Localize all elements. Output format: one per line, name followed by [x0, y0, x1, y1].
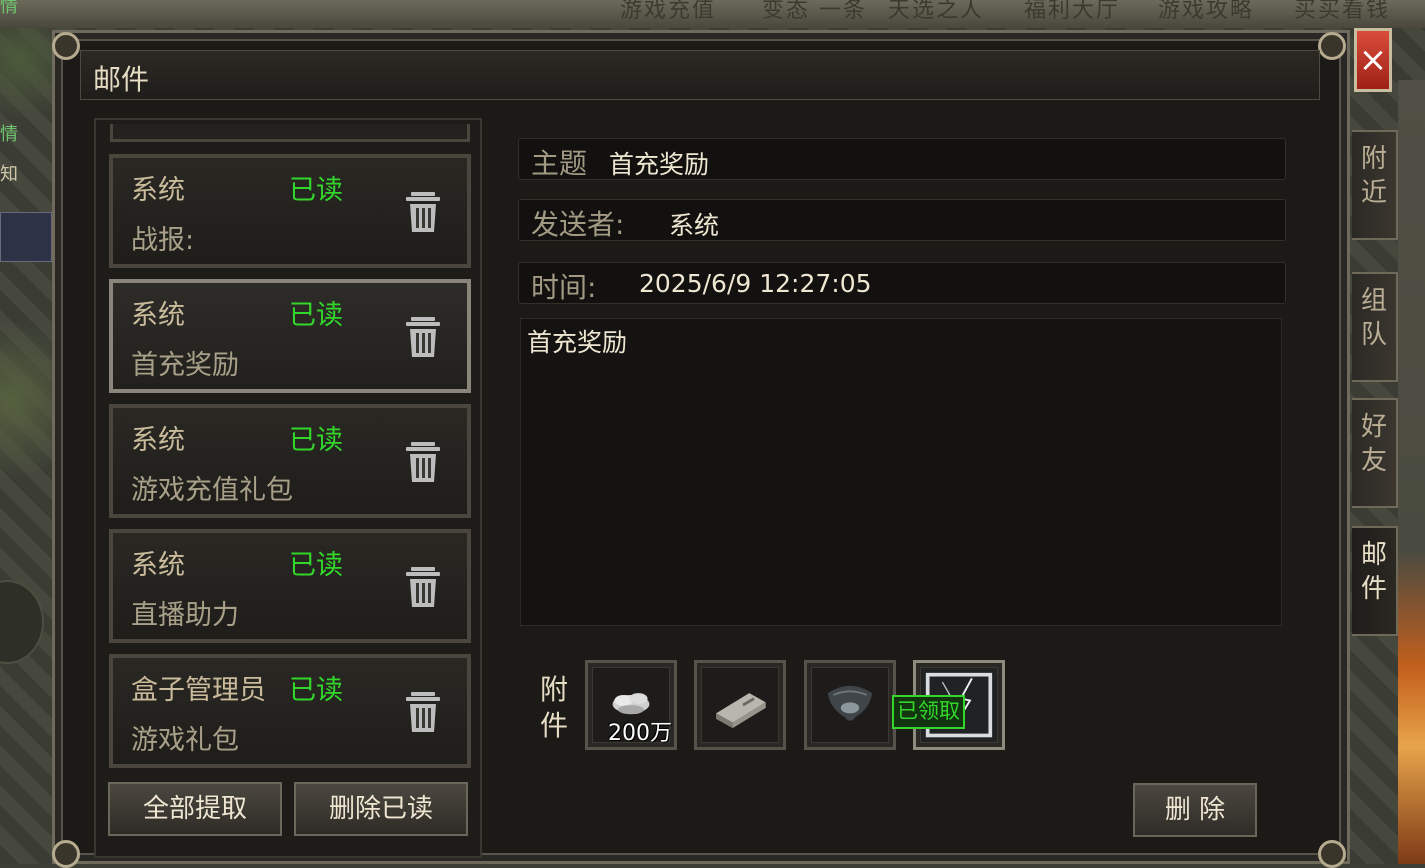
window-title: 邮件 [93, 63, 150, 96]
mail-sender: 盒子管理员 [131, 675, 266, 706]
tab-team[interactable]: 组 队 [1352, 272, 1398, 382]
mail-subject: 首充奖励 [131, 350, 239, 381]
time-label: 时间: [531, 271, 597, 304]
tab-friends[interactable]: 好 友 [1352, 398, 1398, 508]
mail-sender: 系统 [131, 300, 185, 331]
claim-all-button[interactable]: 全部提取 [108, 782, 282, 836]
subject-label: 主题 [531, 147, 588, 180]
attachment-slot[interactable] [694, 660, 786, 750]
trash-icon[interactable] [403, 563, 443, 611]
mail-read-status: 已读 [289, 425, 343, 456]
mail-subject: 直播助力 [131, 600, 239, 631]
attachments-label-char: 附 [540, 673, 569, 706]
left-hud-text: 情 [0, 0, 18, 17]
top-menu-bar: 游戏充值 变态 一条 天选之人 福利大厅 游戏攻略 买买看钱 [0, 0, 1425, 28]
mail-subject: 游戏充值礼包 [131, 475, 293, 506]
left-hud-text: 情 [0, 124, 18, 145]
delete-mail-button[interactable]: 删 除 [1133, 783, 1257, 837]
sender-value: 系统 [669, 211, 720, 240]
top-menu-item[interactable]: 天选之人 [888, 0, 984, 24]
close-icon: × [1358, 40, 1388, 80]
subject-value: 首充奖励 [609, 150, 710, 179]
left-hud: 情 情 知 [0, 0, 50, 864]
delete-read-button[interactable]: 删除已读 [294, 782, 468, 836]
attachments-label-char: 件 [540, 709, 569, 742]
mail-list-item[interactable]: 系统 已读 直播助力 [109, 529, 471, 643]
tab-mail[interactable]: 邮 件 [1352, 526, 1398, 636]
right-background-decoration [1398, 80, 1425, 864]
top-menu-item[interactable]: 买买看钱 [1294, 0, 1390, 24]
tab-label: 近 [1360, 178, 1387, 208]
tab-label: 组 [1360, 286, 1387, 316]
mail-subject: 战报: [131, 225, 195, 256]
mail-list-item[interactable]: 系统 已读 游戏充值礼包 [109, 404, 471, 518]
attachment-slot[interactable]: 200万 [585, 660, 677, 750]
sender-label: 发送者: [531, 208, 625, 241]
mail-list-scroll-edge [110, 124, 470, 142]
attachments-label: 附 件 [540, 672, 570, 744]
mail-read-status: 已读 [289, 300, 343, 331]
mail-read-status: 已读 [289, 675, 343, 706]
top-menu-item[interactable]: 福利大厅 [1024, 0, 1120, 24]
scroll-book-icon [716, 693, 766, 729]
claimed-badge: 已领取 [892, 695, 965, 729]
dark-amulet-icon [827, 685, 873, 721]
time-value: 2025/6/9 12:27:05 [639, 269, 872, 298]
tab-label: 件 [1360, 574, 1387, 604]
attachment-count: 200万 [608, 721, 672, 746]
top-menu-item[interactable]: 变态 一条 [762, 0, 867, 24]
mail-sender: 系统 [131, 175, 185, 206]
mail-read-status: 已读 [289, 175, 343, 206]
top-menu-item[interactable]: 游戏攻略 [1158, 0, 1254, 24]
tab-nearby[interactable]: 附 近 [1352, 130, 1398, 240]
mail-list-item[interactable]: 系统 已读 战报: [109, 154, 471, 268]
mail-list-item[interactable]: 盒子管理员 已读 游戏礼包 [109, 654, 471, 768]
window-title-bar: 邮件 [80, 50, 1320, 100]
left-hud-text: 知 [0, 164, 18, 185]
close-button[interactable]: × [1354, 28, 1392, 92]
mail-list-item[interactable]: 系统 已读 首充奖励 [109, 279, 471, 393]
trash-icon[interactable] [403, 313, 443, 361]
subject-row: 主题 首充奖励 [518, 138, 1286, 180]
attachment-slot[interactable]: 已领取 [892, 660, 1005, 750]
time-row: 时间: 2025/6/9 12:27:05 [518, 262, 1286, 304]
window-corner-ornament [52, 32, 80, 60]
attachment-slot[interactable] [804, 660, 896, 750]
sender-row: 发送者: 系统 [518, 199, 1286, 241]
top-menu-item[interactable]: 游戏充值 [620, 0, 716, 24]
mail-body-text: 首充奖励 [527, 328, 628, 357]
mail-body: 首充奖励 [520, 318, 1282, 626]
tab-label: 好 [1360, 412, 1387, 442]
tab-label: 附 [1360, 144, 1387, 174]
window-corner-ornament [1318, 32, 1346, 60]
tab-label: 邮 [1360, 540, 1387, 570]
tab-label: 友 [1360, 446, 1387, 476]
trash-icon[interactable] [403, 438, 443, 486]
trash-icon[interactable] [403, 688, 443, 736]
mail-sender: 系统 [131, 425, 185, 456]
mail-subject: 游戏礼包 [131, 725, 239, 756]
left-hud-box[interactable] [0, 212, 52, 262]
trash-icon[interactable] [403, 188, 443, 236]
mail-read-status: 已读 [289, 550, 343, 581]
tab-label: 队 [1360, 320, 1387, 350]
mail-sender: 系统 [131, 550, 185, 581]
